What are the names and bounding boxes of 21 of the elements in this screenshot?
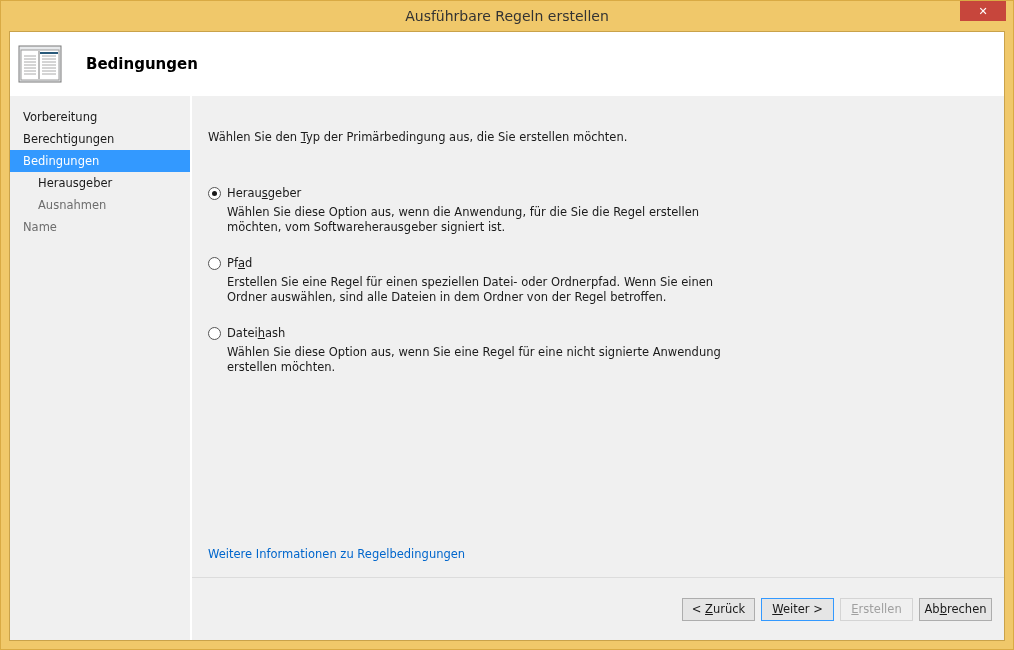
sidebar-item[interactable]: Vorbereitung [10,106,190,128]
wizard-button[interactable]: Weiter > [761,597,834,621]
wizard-button[interactable]: Abbrechen [919,597,992,621]
radio-button[interactable] [208,326,221,340]
sidebar-item[interactable]: Berechtigungen [10,128,190,150]
wizard-window-icon [18,45,62,83]
sidebar-item[interactable]: Herausgeber [10,172,190,194]
window-title: Ausführbare Regeln erstellen [405,8,609,24]
radio-button[interactable] [208,256,221,270]
close-button[interactable]: ✕ [960,1,1006,21]
option-description: Wählen Sie diese Option aus, wenn die Anwendung, für die Sie die Regel erstellen möchten, vom Softwareherausgeber signiert ist. [227,205,701,235]
option-description: Erstellen Sie eine Regel für einen speziellen Datei- oder Ordnerpfad. Wenn Sie einen Ordner auswählen, sind alle Dateien in dem Ordner von der Regel betroffen. [227,275,715,305]
info-link[interactable]: Weitere Informationen zu Regelbedingungen [208,547,466,561]
option-label[interactable]: Herausgeber [227,186,302,200]
page-title: Bedingungen [86,55,198,73]
option-label[interactable]: Dateihash [227,326,286,340]
option-description: Wählen Sie diese Option aus, wenn Sie eine Regel für eine nicht signierte Anwendung erstellen möchten. [227,345,722,375]
instruction-text: Wählen Sie den Typ der Primärbedingung aus, die Sie erstellen möchten. [208,130,629,144]
wizard-button[interactable]: < Zurück [682,597,755,621]
option-label[interactable]: Pfad [227,256,253,270]
radio-button[interactable] [208,186,221,200]
